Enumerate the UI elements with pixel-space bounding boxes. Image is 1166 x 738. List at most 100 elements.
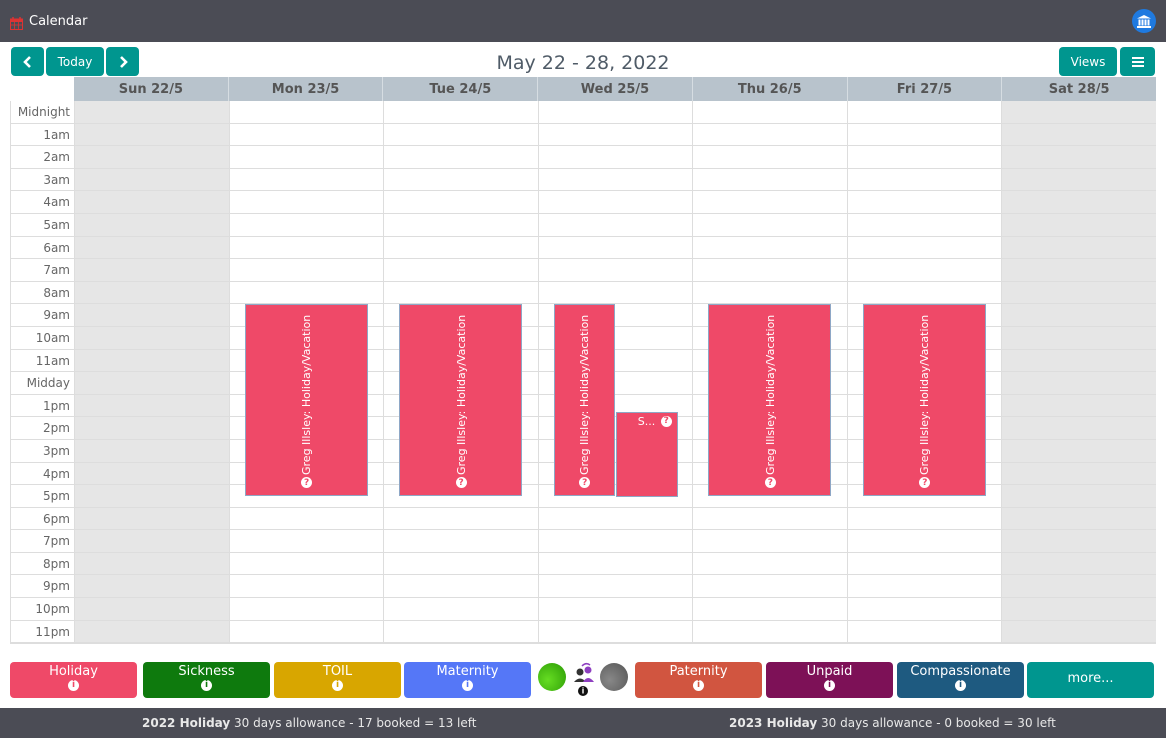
time-slot[interactable]: [75, 440, 229, 463]
time-slot[interactable]: [1002, 553, 1157, 576]
time-slot[interactable]: [693, 553, 847, 576]
time-slot[interactable]: [538, 530, 693, 553]
time-slot[interactable]: [693, 191, 847, 214]
time-slot[interactable]: [847, 259, 1002, 282]
time-slot[interactable]: [693, 214, 847, 237]
time-slot[interactable]: [538, 282, 693, 305]
time-slot[interactable]: [847, 124, 1002, 147]
time-slot[interactable]: [538, 598, 693, 621]
calendar-event[interactable]: S...?: [615, 411, 678, 497]
day-column[interactable]: Greg Illsley: Holiday/Vacation?: [383, 101, 538, 644]
time-slot[interactable]: [847, 191, 1002, 214]
time-slot[interactable]: [384, 282, 538, 305]
time-slot[interactable]: [384, 575, 538, 599]
time-slot[interactable]: [75, 214, 229, 237]
day-column[interactable]: Greg Illsley: Holiday/Vacation?: [692, 101, 847, 644]
time-slot[interactable]: [229, 508, 384, 531]
time-slot[interactable]: [384, 598, 538, 621]
legend-unpaid-button[interactable]: Unpaid i: [766, 662, 893, 698]
calendar-event[interactable]: Greg Illsley: Holiday/Vacation?: [244, 304, 368, 497]
time-slot[interactable]: [229, 282, 384, 305]
time-slot[interactable]: [847, 553, 1002, 576]
time-slot[interactable]: [1002, 598, 1157, 621]
question-icon[interactable]: ?: [660, 415, 672, 427]
time-slot[interactable]: [229, 101, 384, 124]
question-icon[interactable]: ?: [455, 477, 467, 489]
time-slot[interactable]: [1002, 101, 1157, 124]
legend-paternity-button[interactable]: Paternity i: [635, 662, 762, 698]
time-slot[interactable]: [847, 598, 1002, 621]
time-slot[interactable]: [538, 191, 693, 214]
time-slot[interactable]: [75, 237, 229, 260]
calendar-event[interactable]: Greg Illsley: Holiday/Vacation?: [708, 304, 832, 497]
time-slot[interactable]: [538, 553, 693, 576]
time-slot[interactable]: [693, 530, 847, 553]
time-slot[interactable]: [75, 575, 229, 599]
time-slot[interactable]: [847, 146, 1002, 169]
green-sticker-icon[interactable]: [538, 663, 566, 691]
time-slot[interactable]: [693, 282, 847, 305]
time-slot[interactable]: [229, 191, 384, 214]
time-slot[interactable]: [384, 508, 538, 531]
time-slot[interactable]: [847, 169, 1002, 192]
info-icon[interactable]: i: [824, 680, 835, 691]
time-slot[interactable]: [538, 259, 693, 282]
time-slot[interactable]: [75, 327, 229, 350]
time-slot[interactable]: [229, 575, 384, 599]
day-column[interactable]: [74, 101, 229, 644]
time-slot[interactable]: [75, 304, 229, 327]
time-slot[interactable]: [75, 372, 229, 395]
info-icon[interactable]: i: [462, 680, 473, 691]
day-column[interactable]: Greg Illsley: Holiday/Vacation? S...?: [537, 101, 693, 644]
time-slot[interactable]: [693, 508, 847, 531]
time-slot[interactable]: [538, 124, 693, 147]
question-icon[interactable]: ?: [919, 477, 931, 489]
time-slot[interactable]: [229, 124, 384, 147]
time-slot[interactable]: [384, 191, 538, 214]
today-button[interactable]: Today: [46, 47, 104, 76]
time-slot[interactable]: [75, 124, 229, 147]
legend-more-button[interactable]: more...: [1027, 662, 1154, 698]
time-slot[interactable]: [847, 214, 1002, 237]
calendar-event[interactable]: Greg Illsley: Holiday/Vacation?: [553, 304, 615, 497]
time-slot[interactable]: [693, 169, 847, 192]
info-icon[interactable]: i: [955, 680, 966, 691]
time-slot[interactable]: [538, 575, 693, 599]
time-slot[interactable]: [1002, 237, 1157, 260]
info-icon[interactable]: i: [332, 680, 343, 691]
time-slot[interactable]: [538, 169, 693, 192]
day-header[interactable]: Thu 26/5: [692, 77, 848, 101]
time-slot[interactable]: [1002, 530, 1157, 553]
day-column[interactable]: Greg Illsley: Holiday/Vacation?: [846, 101, 1002, 644]
time-slot[interactable]: [384, 146, 538, 169]
question-icon[interactable]: ?: [301, 477, 313, 489]
time-slot[interactable]: [1002, 327, 1157, 350]
time-slot[interactable]: [75, 146, 229, 169]
time-slot[interactable]: [75, 508, 229, 531]
time-slot[interactable]: [1002, 304, 1157, 327]
day-header[interactable]: Fri 27/5: [847, 77, 1003, 101]
time-slot[interactable]: [847, 575, 1002, 599]
views-button[interactable]: Views: [1059, 47, 1117, 76]
time-slot[interactable]: [229, 530, 384, 553]
time-slot[interactable]: [229, 553, 384, 576]
prev-week-button[interactable]: [11, 47, 44, 76]
time-slot[interactable]: [1002, 417, 1157, 440]
time-slot[interactable]: [847, 621, 1002, 644]
time-slot[interactable]: [75, 417, 229, 440]
time-slot[interactable]: [75, 395, 229, 418]
legend-sickness-button[interactable]: Sickness i: [143, 662, 270, 698]
time-slot[interactable]: [538, 508, 693, 531]
info-icon[interactable]: i: [201, 680, 212, 691]
time-slot[interactable]: [1002, 146, 1157, 169]
day-header[interactable]: Tue 24/5: [383, 77, 539, 101]
time-slot[interactable]: [1002, 214, 1157, 237]
calendar-event[interactable]: Greg Illsley: Holiday/Vacation?: [862, 304, 986, 497]
time-slot[interactable]: [1002, 169, 1157, 192]
time-slot[interactable]: [538, 621, 693, 644]
day-header[interactable]: Wed 25/5: [538, 77, 693, 101]
legend-toil-button[interactable]: TOIL i: [274, 662, 401, 698]
time-slot[interactable]: [384, 214, 538, 237]
time-slot[interactable]: [847, 101, 1002, 124]
question-icon[interactable]: ?: [579, 477, 591, 489]
